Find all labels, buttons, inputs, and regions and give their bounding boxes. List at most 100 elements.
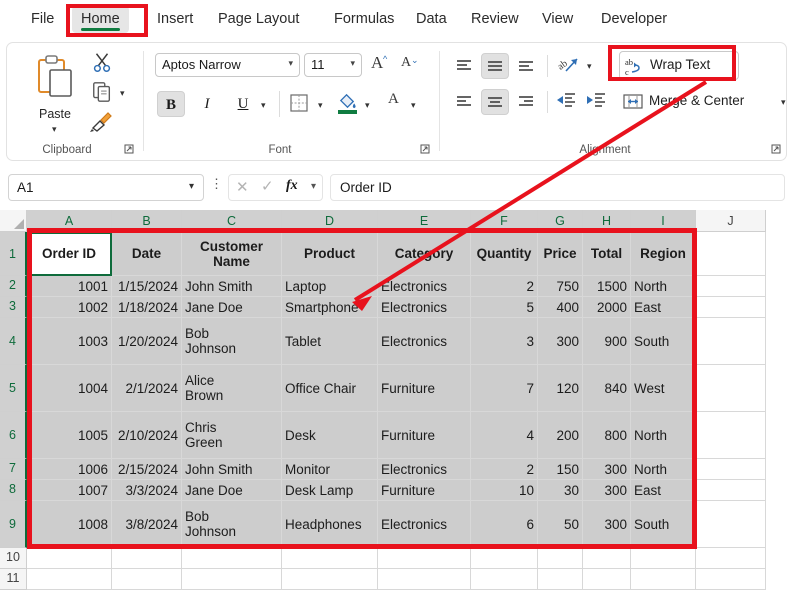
empty-cell-E10[interactable] xyxy=(378,548,471,569)
merge-center-button[interactable]: Merge & Center xyxy=(623,89,778,115)
merge-center-dropdown-chevron[interactable]: ▾ xyxy=(781,98,786,107)
bold-button[interactable]: B xyxy=(157,91,185,117)
empty-cell-B10[interactable] xyxy=(112,548,182,569)
row-header-2[interactable]: 2 xyxy=(0,276,27,297)
increase-indent-button[interactable] xyxy=(585,90,611,114)
data-cell-B5[interactable]: 2/1/2024 xyxy=(112,365,182,412)
copy-button[interactable] xyxy=(91,81,117,105)
align-right-button[interactable] xyxy=(512,89,540,115)
empty-cell-J7[interactable] xyxy=(696,459,766,480)
empty-cell-J6[interactable] xyxy=(696,412,766,459)
data-cell-E3[interactable]: Electronics xyxy=(378,297,471,318)
clipboard-dialog-launcher[interactable] xyxy=(123,142,135,154)
row-header-3[interactable]: 3 xyxy=(0,297,27,318)
data-cell-E4[interactable]: Electronics xyxy=(378,318,471,365)
font-name-chevron[interactable]: ▾ xyxy=(288,58,293,69)
data-cell-E9[interactable]: Electronics xyxy=(378,501,471,548)
italic-button[interactable]: I xyxy=(193,91,221,117)
empty-cell-H11[interactable] xyxy=(583,569,631,590)
data-cell-I3[interactable]: East xyxy=(631,297,696,318)
data-cell-G6[interactable]: 200 xyxy=(538,412,583,459)
empty-cell-J3[interactable] xyxy=(696,297,766,318)
header-cell-D1[interactable]: Product xyxy=(282,232,378,276)
data-cell-G7[interactable]: 150 xyxy=(538,459,583,480)
fill-color-dropdown-chevron[interactable]: ▾ xyxy=(365,101,370,110)
select-all-corner[interactable] xyxy=(0,210,27,232)
font-size-combo[interactable]: 11 ▾ xyxy=(304,53,362,77)
column-header-d[interactable]: D xyxy=(282,210,378,232)
tab-home[interactable]: Home xyxy=(72,6,129,33)
font-color-dropdown-chevron[interactable]: ▾ xyxy=(411,101,416,110)
cancel-icon[interactable]: ✕ xyxy=(236,178,249,196)
data-cell-G9[interactable]: 50 xyxy=(538,501,583,548)
decrease-font-size-button[interactable]: A ⌄ xyxy=(399,54,423,77)
empty-cell-D11[interactable] xyxy=(282,569,378,590)
column-header-e[interactable]: E xyxy=(378,210,471,232)
alignment-dialog-launcher[interactable] xyxy=(770,142,782,154)
header-cell-G1[interactable]: Price xyxy=(538,232,583,276)
tab-developer[interactable]: Developer xyxy=(592,6,676,33)
borders-button[interactable] xyxy=(289,93,313,115)
column-header-a[interactable]: A xyxy=(27,210,112,232)
data-cell-F5[interactable]: 7 xyxy=(471,365,538,412)
data-cell-D3[interactable]: Smartphone xyxy=(282,297,378,318)
data-cell-F3[interactable]: 5 xyxy=(471,297,538,318)
empty-cell-J1[interactable] xyxy=(696,232,766,276)
data-cell-C4[interactable]: Bob Johnson xyxy=(182,318,282,365)
data-cell-I8[interactable]: East xyxy=(631,480,696,501)
empty-cell-F10[interactable] xyxy=(471,548,538,569)
row-header-11[interactable]: 11 xyxy=(0,569,27,590)
data-cell-D8[interactable]: Desk Lamp xyxy=(282,480,378,501)
data-cell-G8[interactable]: 30 xyxy=(538,480,583,501)
data-cell-C2[interactable]: John Smith xyxy=(182,276,282,297)
empty-cell-J2[interactable] xyxy=(696,276,766,297)
data-cell-C7[interactable]: John Smith xyxy=(182,459,282,480)
row-header-5[interactable]: 5 xyxy=(0,365,27,412)
column-header-g[interactable]: G xyxy=(538,210,583,232)
formula-input[interactable]: Order ID xyxy=(330,174,785,201)
orientation-button[interactable]: ab xyxy=(556,53,582,79)
data-cell-H7[interactable]: 300 xyxy=(583,459,631,480)
empty-cell-J5[interactable] xyxy=(696,365,766,412)
data-cell-I7[interactable]: North xyxy=(631,459,696,480)
data-cell-H6[interactable]: 800 xyxy=(583,412,631,459)
header-cell-A1[interactable]: Order ID xyxy=(27,232,112,276)
data-cell-C8[interactable]: Jane Doe xyxy=(182,480,282,501)
data-cell-F4[interactable]: 3 xyxy=(471,318,538,365)
data-cell-B2[interactable]: 1/15/2024 xyxy=(112,276,182,297)
data-cell-E7[interactable]: Electronics xyxy=(378,459,471,480)
paste-button[interactable]: Paste ▾ xyxy=(25,49,85,151)
header-cell-H1[interactable]: Total xyxy=(583,232,631,276)
empty-cell-J8[interactable] xyxy=(696,480,766,501)
data-cell-F9[interactable]: 6 xyxy=(471,501,538,548)
align-middle-button[interactable] xyxy=(481,53,509,79)
data-cell-H9[interactable]: 300 xyxy=(583,501,631,548)
empty-cell-J9[interactable] xyxy=(696,501,766,548)
header-cell-C1[interactable]: Customer Name xyxy=(182,232,282,276)
empty-cell-J4[interactable] xyxy=(696,318,766,365)
row-header-4[interactable]: 4 xyxy=(0,318,27,365)
formula-bar-more-icon[interactable]: ⋮ xyxy=(210,180,223,187)
row-header-7[interactable]: 7 xyxy=(0,459,27,480)
empty-cell-H10[interactable] xyxy=(583,548,631,569)
name-box[interactable]: A1 ▾ xyxy=(8,174,204,201)
tab-view[interactable]: View xyxy=(533,6,582,33)
data-cell-F2[interactable]: 2 xyxy=(471,276,538,297)
empty-cell-J11[interactable] xyxy=(696,569,766,590)
fx-chevron-icon[interactable]: ▾ xyxy=(311,181,316,192)
underline-button[interactable]: U xyxy=(229,91,257,117)
data-cell-E6[interactable]: Furniture xyxy=(378,412,471,459)
data-cell-C5[interactable]: Alice Brown xyxy=(182,365,282,412)
tab-page-layout[interactable]: Page Layout xyxy=(209,6,308,33)
row-header-8[interactable]: 8 xyxy=(0,480,27,501)
column-header-b[interactable]: B xyxy=(112,210,182,232)
row-header-1[interactable]: 1 xyxy=(0,232,27,276)
data-cell-F8[interactable]: 10 xyxy=(471,480,538,501)
name-box-chevron-icon[interactable]: ▾ xyxy=(189,181,194,192)
data-cell-H5[interactable]: 840 xyxy=(583,365,631,412)
data-cell-H8[interactable]: 300 xyxy=(583,480,631,501)
cut-button[interactable] xyxy=(91,51,117,75)
decrease-indent-button[interactable] xyxy=(555,90,581,114)
data-cell-F6[interactable]: 4 xyxy=(471,412,538,459)
align-top-button[interactable] xyxy=(450,53,478,79)
